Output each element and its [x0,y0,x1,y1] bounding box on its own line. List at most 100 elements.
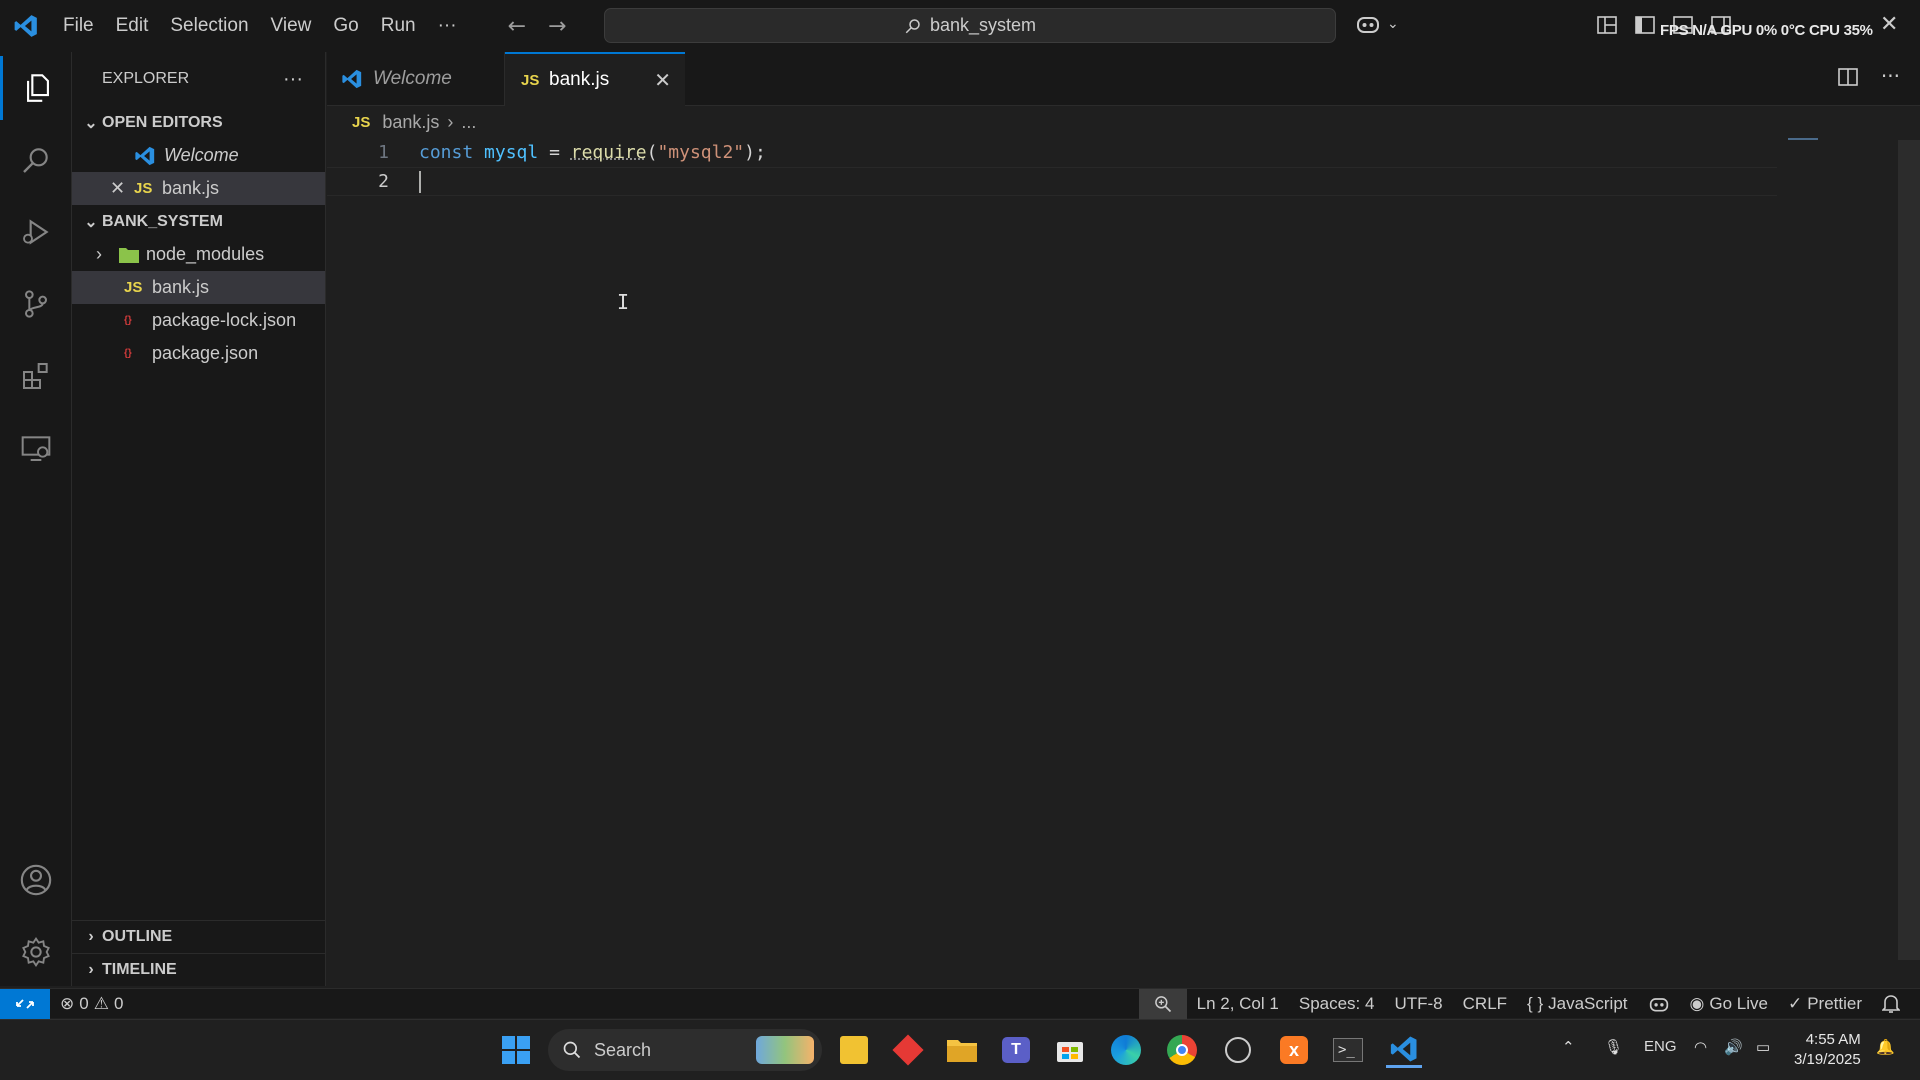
customize-layout-icon[interactable] [1596,14,1618,36]
close-icon[interactable]: ✕ [654,68,671,93]
volume-icon[interactable]: 🔊 [1724,1038,1743,1056]
xampp-icon[interactable]: x [1276,1032,1312,1068]
problems-indicator[interactable]: ⊗ 0 ⚠ 0 [50,989,133,1019]
red-diamond-app-icon[interactable] [890,1032,926,1068]
vscode-logo-icon [135,146,155,165]
language-mode[interactable]: { } JavaScript [1517,989,1637,1019]
clock-time: 4:55 AM [1805,1031,1861,1048]
taskbar-search[interactable]: Search [548,1029,822,1071]
code-line-1[interactable]: 1 const mysql = require("mysql2"); [327,138,1777,167]
notifications-bell-icon[interactable] [1872,989,1920,1019]
taskbar-clock[interactable]: 4:55 AM 3/19/2025 [1794,1030,1861,1070]
teams-icon[interactable]: T [998,1032,1034,1068]
prettier-status[interactable]: ✓ Prettier [1778,989,1872,1019]
menu-view[interactable]: View [260,15,323,37]
run-debug-icon[interactable] [0,200,72,264]
battery-icon[interactable]: ▭ [1756,1038,1770,1056]
menu-selection[interactable]: Selection [159,15,259,37]
circular-app-icon[interactable] [1220,1032,1256,1068]
double-check-icon: ✓ [1787,993,1803,1013]
more-actions-icon[interactable]: ··· [283,68,303,91]
search-icon[interactable] [0,128,72,192]
workspace-section[interactable]: ⌄ BANK_SYSTEM [72,205,325,238]
workspace-title: BANK_SYSTEM [102,212,223,230]
open-editor-bank-js[interactable]: ✕ JS bank.js [72,172,325,205]
microsoft-store-icon[interactable] [1052,1032,1088,1068]
wifi-icon[interactable]: ◠ [1694,1038,1707,1056]
tray-overflow-icon[interactable]: ⌃ [1562,1038,1575,1056]
clock-date: 3/19/2025 [1794,1051,1861,1068]
code-line-2[interactable]: 2 [327,167,1777,196]
notification-center-icon[interactable]: 🔔 [1876,1038,1895,1056]
extensions-icon[interactable] [0,344,72,408]
vscode-taskbar-icon[interactable] [1386,1032,1422,1068]
microphone-icon[interactable]: 🎙 [1604,1038,1623,1056]
more-actions-icon[interactable]: ··· [1881,66,1900,88]
js-file-icon: JS [134,180,153,197]
close-icon[interactable]: ✕ [110,178,134,199]
indentation[interactable]: Spaces: 4 [1289,989,1385,1019]
split-editor-icon[interactable] [1837,66,1859,88]
menu-more[interactable]: ··· [427,15,468,37]
back-arrow-icon[interactable]: ← [508,14,526,39]
remote-explorer-icon[interactable] [0,416,72,480]
tab-label: Welcome [373,68,452,89]
warning-icon: ⚠ [93,993,109,1013]
tree-item-node-modules[interactable]: › node_modules [72,238,325,271]
explorer-icon[interactable] [0,56,72,120]
vertical-scrollbar[interactable] [1898,140,1920,960]
forward-arrow-icon[interactable]: → [548,14,566,39]
menu-edit[interactable]: Edit [105,15,160,37]
command-center[interactable]: bank_system [604,8,1336,43]
toggle-sidebar-icon[interactable] [1634,14,1656,36]
zoom-indicator[interactable] [1138,988,1187,1019]
chevron-down-icon: ⌄ [84,213,98,231]
copilot-status-icon[interactable] [1638,989,1680,1019]
tree-item-label: bank.js [152,277,210,297]
code-editor[interactable]: 1 const mysql = require("mysql2"); 2 [327,138,1920,986]
tree-item-package-json[interactable]: {} package.json [72,337,325,370]
source-control-icon[interactable] [0,272,72,336]
broadcast-icon: ◉ [1689,993,1705,1013]
menu-file[interactable]: File [52,15,105,37]
breadcrumb-file[interactable]: bank.js [382,112,439,133]
windows-start-icon[interactable] [498,1032,534,1068]
open-editor-welcome[interactable]: Welcome [72,139,325,172]
encoding[interactable]: UTF-8 [1384,989,1452,1019]
terminal-icon[interactable]: >_ [1330,1032,1366,1068]
explorer-sidebar: EXPLORER ··· ⌄ OPEN EDITORS Welcome ✕ JS… [72,52,326,986]
chrome-browser-icon[interactable] [1164,1032,1200,1068]
cursor-position[interactable]: Ln 2, Col 1 [1187,989,1289,1019]
explorer-title: EXPLORER [102,70,190,87]
menu-run[interactable]: Run [370,15,427,37]
code-text: const mysql = require("mysql2"); [419,142,766,163]
json-file-icon: {} [124,348,132,359]
search-label: Search [594,1039,652,1060]
prettier-label: Prettier [1807,993,1862,1013]
tab-bank-js[interactable]: JS bank.js ✕ [505,52,685,106]
timeline-section[interactable]: › TIMELINE [72,953,326,986]
tree-item-bank-js[interactable]: JS bank.js [72,271,325,304]
minimap[interactable] [1788,138,1818,140]
editor-tabs: Welcome JS bank.js ✕ ··· [327,52,1920,106]
breadcrumb-symbols[interactable]: ... [461,112,476,133]
settings-gear-icon[interactable] [0,920,72,984]
sticky-notes-icon[interactable] [836,1032,872,1068]
tree-item-label: node_modules [146,244,265,264]
menu-go[interactable]: Go [322,15,369,37]
window-close-icon[interactable]: ✕ [1880,12,1898,37]
edge-browser-icon[interactable] [1108,1032,1144,1068]
js-file-icon: JS [124,279,143,296]
text-cursor [419,170,421,193]
remote-indicator-icon[interactable] [0,988,50,1019]
end-of-line[interactable]: CRLF [1453,989,1517,1019]
outline-section[interactable]: › OUTLINE [72,920,326,953]
input-language[interactable]: ENG [1644,1038,1677,1055]
account-icon[interactable] [0,848,72,912]
go-live-button[interactable]: ◉ Go Live [1680,989,1778,1019]
copilot-button[interactable]: ⌄ [1355,12,1399,36]
tab-welcome[interactable]: Welcome [327,52,505,106]
file-explorer-icon[interactable] [944,1032,980,1068]
open-editors-section[interactable]: ⌄ OPEN EDITORS [72,106,325,139]
tree-item-package-lock-json[interactable]: {} package-lock.json [72,304,325,337]
